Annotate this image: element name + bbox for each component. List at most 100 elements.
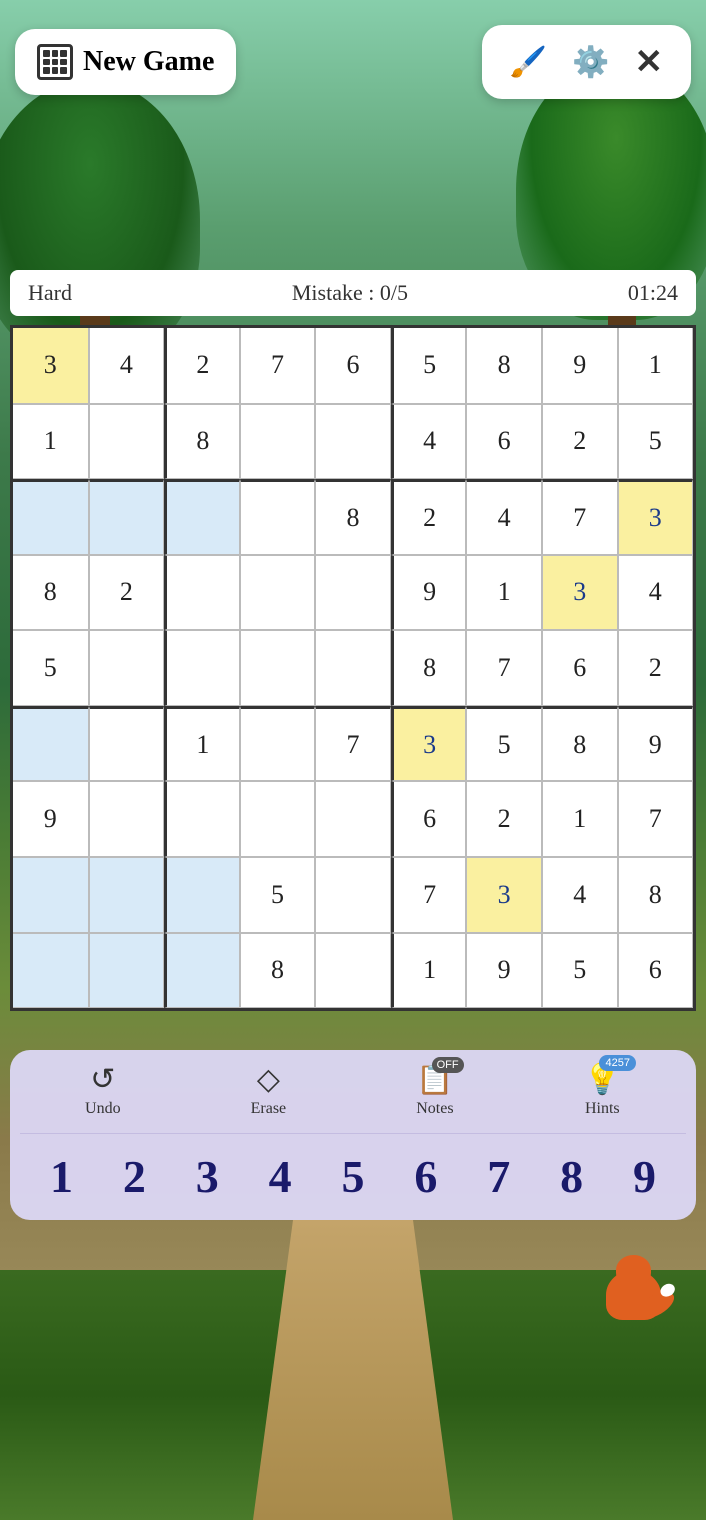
- cell-r1-c4[interactable]: 7: [240, 328, 316, 404]
- cell-r8-c3[interactable]: [164, 857, 240, 933]
- num-btn-5[interactable]: 5: [336, 1149, 369, 1205]
- cell-r6-c3[interactable]: 1: [164, 706, 240, 782]
- cell-r7-c1[interactable]: 9: [13, 781, 89, 857]
- close-button[interactable]: ✕: [625, 37, 674, 87]
- cell-r1-c9[interactable]: 1: [618, 328, 694, 404]
- cell-r2-c2[interactable]: [89, 404, 165, 480]
- cell-r7-c6[interactable]: 6: [391, 781, 467, 857]
- cell-r4-c2[interactable]: 2: [89, 555, 165, 631]
- cell-r7-c2[interactable]: [89, 781, 165, 857]
- settings-button[interactable]: ⚙️: [562, 40, 619, 85]
- num-btn-9[interactable]: 9: [628, 1149, 661, 1205]
- cell-r2-c3[interactable]: 8: [164, 404, 240, 480]
- cell-r6-c7[interactable]: 5: [466, 706, 542, 782]
- notes-button[interactable]: OFF 📋 Notes: [416, 1065, 453, 1118]
- cell-r5-c4[interactable]: [240, 630, 316, 706]
- cell-r4-c7[interactable]: 1: [466, 555, 542, 631]
- cell-r3-c5[interactable]: 8: [315, 479, 391, 555]
- cell-r6-c2[interactable]: [89, 706, 165, 782]
- cell-r6-c4[interactable]: [240, 706, 316, 782]
- cell-r3-c9[interactable]: 3: [618, 479, 694, 555]
- cell-r7-c5[interactable]: [315, 781, 391, 857]
- cell-r7-c9[interactable]: 7: [618, 781, 694, 857]
- cell-r6-c5[interactable]: 7: [315, 706, 391, 782]
- cell-r5-c3[interactable]: [164, 630, 240, 706]
- cell-r8-c9[interactable]: 8: [618, 857, 694, 933]
- cell-r9-c7[interactable]: 9: [466, 933, 542, 1009]
- num-btn-2[interactable]: 2: [118, 1149, 151, 1205]
- cell-r6-c1[interactable]: [13, 706, 89, 782]
- cell-r1-c1[interactable]: 3: [13, 328, 89, 404]
- undo-icon: ↺: [90, 1065, 115, 1095]
- cell-r8-c2[interactable]: [89, 857, 165, 933]
- num-btn-7[interactable]: 7: [482, 1149, 515, 1205]
- cell-r5-c6[interactable]: 8: [391, 630, 467, 706]
- cell-r2-c6[interactable]: 4: [391, 404, 467, 480]
- cell-r7-c4[interactable]: [240, 781, 316, 857]
- cell-r4-c4[interactable]: [240, 555, 316, 631]
- cell-r9-c3[interactable]: [164, 933, 240, 1009]
- cell-r3-c8[interactable]: 7: [542, 479, 618, 555]
- cell-r5-c8[interactable]: 6: [542, 630, 618, 706]
- cell-r9-c4[interactable]: 8: [240, 933, 316, 1009]
- cell-r8-c1[interactable]: [13, 857, 89, 933]
- undo-button[interactable]: ↺ Undo: [85, 1065, 121, 1118]
- cell-r7-c7[interactable]: 2: [466, 781, 542, 857]
- cell-r8-c5[interactable]: [315, 857, 391, 933]
- cell-r4-c9[interactable]: 4: [618, 555, 694, 631]
- cell-r3-c7[interactable]: 4: [466, 479, 542, 555]
- cell-r7-c3[interactable]: [164, 781, 240, 857]
- cell-r8-c4[interactable]: 5: [240, 857, 316, 933]
- cell-r8-c6[interactable]: 7: [391, 857, 467, 933]
- num-btn-4[interactable]: 4: [264, 1149, 297, 1205]
- cell-r4-c6[interactable]: 9: [391, 555, 467, 631]
- cell-r2-c1[interactable]: 1: [13, 404, 89, 480]
- cell-r1-c8[interactable]: 9: [542, 328, 618, 404]
- cell-r6-c9[interactable]: 9: [618, 706, 694, 782]
- cell-r8-c7[interactable]: 3: [466, 857, 542, 933]
- cell-r5-c5[interactable]: [315, 630, 391, 706]
- cell-r3-c3[interactable]: [164, 479, 240, 555]
- cell-r9-c2[interactable]: [89, 933, 165, 1009]
- new-game-button[interactable]: New Game: [15, 29, 236, 95]
- cell-r1-c7[interactable]: 8: [466, 328, 542, 404]
- cell-r2-c4[interactable]: [240, 404, 316, 480]
- cell-r7-c8[interactable]: 1: [542, 781, 618, 857]
- cell-r2-c8[interactable]: 2: [542, 404, 618, 480]
- cell-r6-c8[interactable]: 8: [542, 706, 618, 782]
- cell-r3-c1[interactable]: [13, 479, 89, 555]
- cell-r6-c6[interactable]: 3: [391, 706, 467, 782]
- toolbar-divider: [20, 1133, 686, 1134]
- cell-r5-c9[interactable]: 2: [618, 630, 694, 706]
- num-btn-8[interactable]: 8: [555, 1149, 588, 1205]
- cell-r4-c1[interactable]: 8: [13, 555, 89, 631]
- cell-r1-c6[interactable]: 5: [391, 328, 467, 404]
- cell-r9-c9[interactable]: 6: [618, 933, 694, 1009]
- cell-r3-c6[interactable]: 2: [391, 479, 467, 555]
- cell-r1-c2[interactable]: 4: [89, 328, 165, 404]
- cell-r8-c8[interactable]: 4: [542, 857, 618, 933]
- cell-r5-c2[interactable]: [89, 630, 165, 706]
- brush-button[interactable]: 🖌️: [500, 40, 557, 85]
- cell-r5-c7[interactable]: 7: [466, 630, 542, 706]
- hints-button[interactable]: 4257 💡 Hints: [584, 1065, 621, 1118]
- num-btn-1[interactable]: 1: [45, 1149, 78, 1205]
- erase-button[interactable]: ◇ Erase: [251, 1065, 287, 1118]
- cell-r9-c1[interactable]: [13, 933, 89, 1009]
- cell-r5-c1[interactable]: 5: [13, 630, 89, 706]
- cell-r1-c3[interactable]: 2: [164, 328, 240, 404]
- num-btn-3[interactable]: 3: [191, 1149, 224, 1205]
- cell-r2-c5[interactable]: [315, 404, 391, 480]
- cell-r2-c9[interactable]: 5: [618, 404, 694, 480]
- cell-r9-c8[interactable]: 5: [542, 933, 618, 1009]
- cell-r3-c2[interactable]: [89, 479, 165, 555]
- cell-r4-c3[interactable]: [164, 555, 240, 631]
- cell-r4-c8[interactable]: 3: [542, 555, 618, 631]
- cell-r1-c5[interactable]: 6: [315, 328, 391, 404]
- cell-r2-c7[interactable]: 6: [466, 404, 542, 480]
- cell-r9-c5[interactable]: [315, 933, 391, 1009]
- num-btn-6[interactable]: 6: [409, 1149, 442, 1205]
- cell-r4-c5[interactable]: [315, 555, 391, 631]
- cell-r9-c6[interactable]: 1: [391, 933, 467, 1009]
- cell-r3-c4[interactable]: [240, 479, 316, 555]
